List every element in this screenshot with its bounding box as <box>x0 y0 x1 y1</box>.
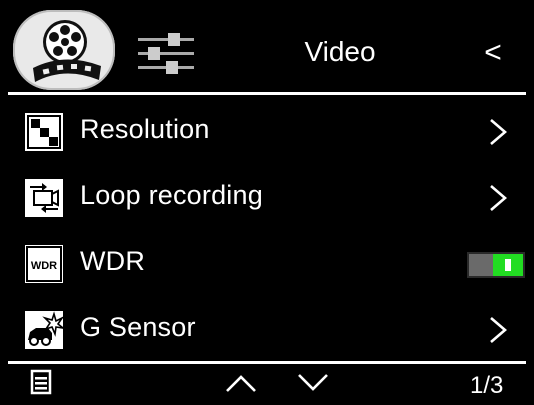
menu-item-wdr[interactable]: WDR WDR <box>0 230 534 296</box>
footer-bar: 1/3 <box>0 364 534 405</box>
page-title: Video <box>304 36 376 67</box>
svg-text:WDR: WDR <box>31 260 57 272</box>
chevron-right-icon <box>490 185 507 211</box>
menu-item-label: Loop recording <box>80 180 263 210</box>
resolution-icon <box>25 113 63 151</box>
menu-item-label: G Sensor <box>80 312 196 342</box>
menu-item-loop-recording[interactable]: Loop recording <box>0 164 534 230</box>
wdr-toggle[interactable] <box>467 252 525 278</box>
tab-settings[interactable] <box>136 30 196 78</box>
chevron-left-icon: < <box>484 36 502 69</box>
chevron-right-icon <box>490 317 507 343</box>
chevron-down-icon[interactable] <box>296 372 330 394</box>
g-sensor-icon <box>25 311 64 349</box>
film-reel-icon <box>33 20 101 82</box>
menu-list-icon[interactable] <box>30 369 52 395</box>
chevron-up-icon[interactable] <box>224 372 258 394</box>
wdr-icon: WDR <box>25 245 63 283</box>
chevron-right-icon <box>490 119 507 145</box>
back-button[interactable]: < <box>478 36 508 70</box>
header-divider <box>8 92 526 95</box>
settings-list: Resolution Loop recording WDR WDR G Sens… <box>0 98 534 362</box>
menu-item-resolution[interactable]: Resolution <box>0 98 534 164</box>
menu-item-g-sensor[interactable]: G Sensor <box>0 296 534 362</box>
menu-item-label: Resolution <box>80 114 210 144</box>
menu-item-label: WDR <box>80 246 146 276</box>
toggle-knob <box>505 259 511 271</box>
tab-video[interactable] <box>13 10 115 90</box>
header-bar: Video < <box>0 0 534 92</box>
loop-recording-icon <box>25 179 63 217</box>
page-indicator: 1/3 <box>470 372 504 399</box>
settings-sliders-icon <box>138 33 194 74</box>
